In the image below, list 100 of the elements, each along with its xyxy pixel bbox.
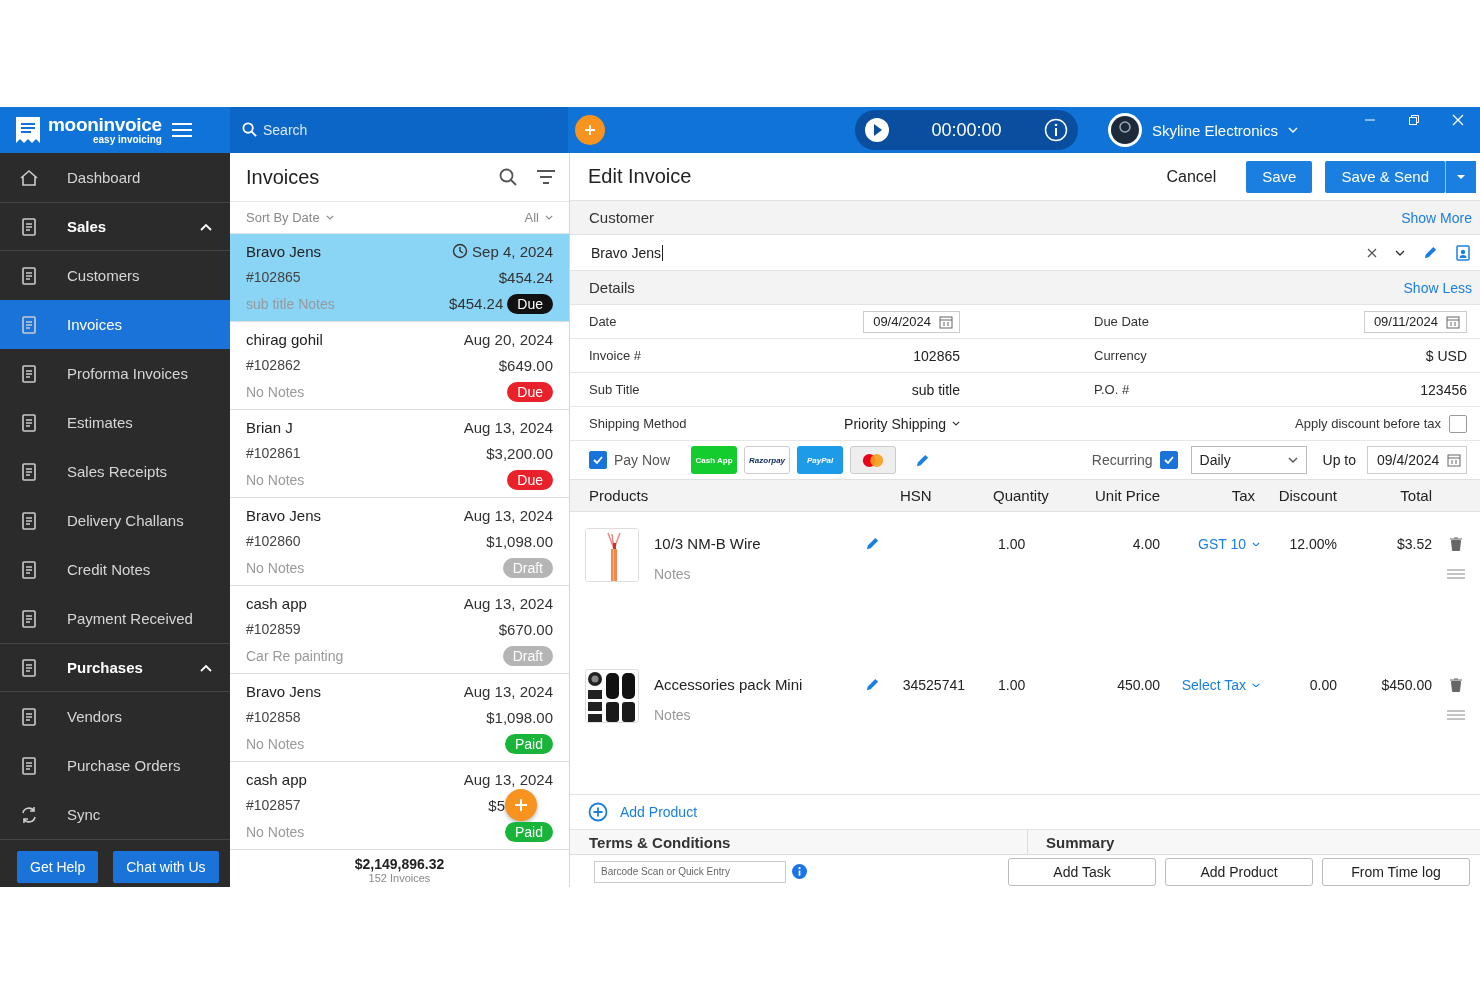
toggle-link[interactable]: Show Less bbox=[1403, 279, 1472, 296]
field-value: 123456 bbox=[1420, 381, 1467, 398]
sidebar-item[interactable]: Customers bbox=[0, 251, 230, 300]
toggle-link[interactable]: Show More bbox=[1401, 209, 1472, 226]
add-product-link[interactable]: Add Product bbox=[588, 802, 698, 822]
menu-icon[interactable] bbox=[171, 122, 192, 138]
payment-method-button[interactable] bbox=[850, 446, 897, 474]
save-button[interactable]: Save bbox=[1246, 160, 1313, 193]
filter-dropdown[interactable]: All bbox=[524, 210, 553, 225]
cancel-button[interactable]: Cancel bbox=[1160, 166, 1223, 187]
invoice-item[interactable]: Bravo Jens Sep 4, 2024 #102865 $454.24 sub title Notes $454.24 Due bbox=[230, 234, 569, 322]
contact-icon[interactable] bbox=[1456, 244, 1470, 261]
action-button[interactable]: Add Task bbox=[1008, 857, 1156, 886]
column-header: Total bbox=[1399, 487, 1432, 504]
search-field[interactable]: Search bbox=[230, 107, 568, 153]
invoice-number: #102860 bbox=[246, 533, 301, 550]
chevron-down-icon bbox=[1287, 457, 1298, 463]
total-amount: $2,149,896.32 bbox=[354, 856, 445, 872]
frequency-dropdown[interactable]: Daily bbox=[1190, 446, 1307, 474]
action-button[interactable]: From Time log bbox=[1322, 857, 1470, 886]
invoice-amount: $3,200.00 bbox=[486, 445, 553, 462]
tax-dropdown[interactable]: Select Tax bbox=[1181, 677, 1260, 693]
customer-field[interactable]: Bravo Jens bbox=[591, 244, 664, 261]
calendar-icon[interactable] bbox=[939, 314, 953, 329]
sidebar-item[interactable]: Proforma Invoices bbox=[0, 349, 230, 398]
sidebar-item[interactable]: Dashboard bbox=[0, 153, 230, 202]
sidebar-item[interactable]: Sales Receipts bbox=[0, 447, 230, 496]
customer-name: Brian J bbox=[246, 418, 293, 436]
restore-icon[interactable] bbox=[1408, 114, 1420, 126]
chevron-down-icon[interactable] bbox=[1395, 249, 1405, 256]
company-name[interactable]: Skyline Electronics bbox=[1152, 121, 1278, 139]
invoice-date: Aug 13, 2024 bbox=[463, 506, 553, 524]
status-badge: Due bbox=[507, 381, 553, 402]
search-icon[interactable] bbox=[499, 168, 517, 186]
date-field[interactable]: 09/4/2024 bbox=[1367, 446, 1467, 474]
info-icon[interactable] bbox=[1044, 118, 1068, 142]
sidebar-item[interactable]: Credit Notes bbox=[0, 545, 230, 594]
pencil-icon[interactable] bbox=[865, 536, 880, 551]
document-icon bbox=[19, 706, 39, 727]
date-field[interactable]: 09/11/2024 bbox=[1363, 310, 1467, 333]
quick-entry-field[interactable]: Barcode Scan or Quick Entry bbox=[594, 860, 786, 883]
help-button[interactable]: Chat with Us bbox=[113, 851, 219, 883]
invoice-number: #102858 bbox=[246, 709, 301, 726]
panel-title: Invoices bbox=[246, 165, 320, 189]
pencil-icon[interactable] bbox=[915, 452, 931, 468]
field-value: $ USD bbox=[1425, 347, 1467, 364]
close-icon[interactable] bbox=[1452, 114, 1464, 126]
sort-dropdown[interactable]: Sort By Date bbox=[246, 210, 334, 225]
clear-icon[interactable] bbox=[1367, 247, 1377, 258]
sidebar-item[interactable]: Sync bbox=[0, 790, 230, 839]
chevron-up-icon bbox=[200, 663, 212, 672]
calendar-icon[interactable] bbox=[1446, 314, 1460, 329]
sidebar-item[interactable]: Delivery Challans bbox=[0, 496, 230, 545]
column-header: Quantity bbox=[992, 487, 1050, 504]
checkbox[interactable] bbox=[589, 451, 607, 469]
info-icon[interactable] bbox=[792, 864, 807, 879]
checkbox[interactable] bbox=[1159, 451, 1178, 469]
sidebar-section[interactable]: Sales bbox=[0, 202, 230, 251]
action-button[interactable]: Add Product bbox=[1165, 857, 1313, 886]
avatar-icon[interactable] bbox=[1108, 113, 1142, 147]
checkbox[interactable] bbox=[1449, 414, 1467, 433]
sidebar-item[interactable]: Estimates bbox=[0, 398, 230, 447]
pencil-icon[interactable] bbox=[865, 677, 880, 692]
logo-tagline: easy invoicing bbox=[92, 135, 162, 145]
sidebar-item[interactable]: Payment Received bbox=[0, 594, 230, 643]
filter-icon[interactable] bbox=[537, 170, 555, 184]
document-icon bbox=[19, 265, 39, 286]
shipping-dropdown[interactable]: Priority Shipping bbox=[844, 415, 960, 432]
sync-icon bbox=[19, 804, 39, 825]
customer-name: Bravo Jens bbox=[246, 506, 322, 524]
status-badge: Draft bbox=[502, 557, 553, 578]
trash-icon[interactable] bbox=[1450, 678, 1462, 692]
add-button[interactable] bbox=[575, 115, 605, 145]
sidebar-section[interactable]: Purchases bbox=[0, 643, 230, 692]
field-label: Date bbox=[589, 314, 617, 329]
plus-icon bbox=[514, 798, 528, 813]
play-icon[interactable] bbox=[865, 118, 889, 142]
calendar-icon[interactable] bbox=[1447, 453, 1462, 467]
save-send-button[interactable]: Save & Send bbox=[1325, 160, 1446, 193]
customer-name: Bravo Jens bbox=[246, 242, 322, 260]
tax-dropdown[interactable]: GST 10 bbox=[1198, 536, 1260, 552]
page-title: Edit Invoice bbox=[588, 165, 692, 188]
chevron-down-icon bbox=[1252, 541, 1260, 547]
dropdown-button[interactable] bbox=[1446, 160, 1476, 193]
drag-handle-icon[interactable] bbox=[1447, 569, 1465, 579]
field-label: Currency bbox=[1094, 348, 1147, 363]
invoice-amount: $1,098.00 bbox=[486, 709, 553, 726]
trash-icon[interactable] bbox=[1450, 537, 1462, 551]
status-badge: Paid bbox=[504, 733, 553, 754]
drag-handle-icon[interactable] bbox=[1447, 710, 1465, 720]
payment-method-button[interactable]: Razorpay bbox=[744, 446, 791, 474]
date-field[interactable]: 09/4/2024 bbox=[863, 310, 960, 333]
logo-icon bbox=[14, 115, 42, 145]
sidebar-item[interactable]: Vendors bbox=[0, 692, 230, 741]
field-label: Shipping Method bbox=[589, 416, 687, 431]
help-button[interactable]: Get Help bbox=[17, 851, 99, 883]
pencil-icon[interactable] bbox=[1423, 245, 1438, 260]
sidebar-item[interactable]: Purchase Orders bbox=[0, 741, 230, 790]
sidebar-item[interactable]: Invoices bbox=[0, 300, 230, 349]
chevron-down-icon bbox=[325, 215, 334, 220]
